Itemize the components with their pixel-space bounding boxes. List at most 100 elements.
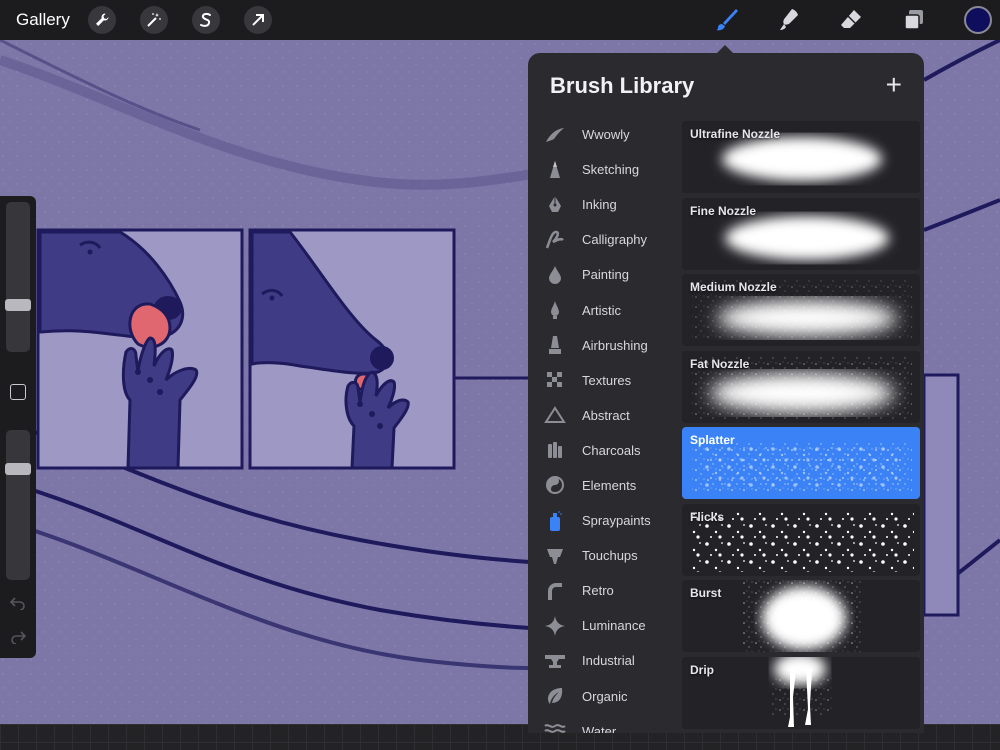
spraycan-icon bbox=[542, 510, 568, 532]
category-inking[interactable]: Inking bbox=[528, 187, 678, 222]
category-label: Elements bbox=[582, 477, 637, 493]
category-label: Water bbox=[582, 723, 617, 733]
category-luminance[interactable]: Luminance bbox=[528, 608, 678, 643]
category-painting[interactable]: Painting bbox=[528, 257, 678, 292]
category-retro[interactable]: Retro bbox=[528, 573, 678, 608]
swoosh-icon bbox=[542, 124, 568, 146]
magic-wand-icon bbox=[147, 13, 161, 27]
sparkle-icon bbox=[542, 615, 568, 637]
brush-name: Flicks bbox=[690, 509, 725, 524]
pencil-tip-icon bbox=[542, 159, 568, 181]
eraser-tool-button[interactable] bbox=[836, 5, 866, 35]
panel-title: Brush Library bbox=[550, 73, 695, 98]
color-picker-button[interactable] bbox=[964, 6, 992, 34]
brush-drip[interactable]: Drip bbox=[682, 656, 920, 729]
category-calligraphy[interactable]: Calligraphy bbox=[528, 222, 678, 257]
layers-icon bbox=[904, 10, 923, 30]
layers-button[interactable] bbox=[898, 5, 928, 35]
brush-fat-nozzle[interactable]: Fat Nozzle bbox=[682, 350, 920, 423]
redo-button[interactable] bbox=[9, 628, 27, 646]
retro-icon bbox=[542, 580, 568, 602]
category-wwowly[interactable]: Wwowly bbox=[528, 117, 678, 152]
brush-icon bbox=[716, 9, 738, 31]
brush-splatter[interactable]: Splatter bbox=[682, 427, 920, 499]
category-label: Touchups bbox=[582, 548, 638, 564]
brush-opacity-handle[interactable] bbox=[5, 463, 31, 475]
category-label: Industrial bbox=[582, 653, 635, 669]
brush-burst[interactable]: Burst bbox=[682, 580, 920, 652]
comic-panel-2 bbox=[248, 228, 456, 470]
brush-tool-button[interactable] bbox=[712, 5, 742, 35]
brush-ultrafine-nozzle[interactable]: Ultrafine Nozzle bbox=[682, 121, 920, 193]
category-water[interactable]: Water bbox=[528, 714, 678, 733]
gallery-button[interactable]: Gallery bbox=[16, 10, 70, 30]
category-label: Artistic bbox=[582, 302, 621, 318]
category-elements[interactable]: Elements bbox=[528, 468, 678, 503]
category-charcoals[interactable]: Charcoals bbox=[528, 433, 678, 468]
brush-size-slider[interactable] bbox=[5, 202, 31, 352]
actions-button[interactable] bbox=[88, 6, 116, 34]
category-label: Retro bbox=[582, 583, 614, 599]
category-label: Textures bbox=[582, 372, 632, 388]
category-label: Organic bbox=[582, 688, 628, 704]
modify-button[interactable] bbox=[10, 384, 26, 400]
brush-name: Ultrafine Nozzle bbox=[690, 127, 781, 141]
transform-arrow-icon bbox=[252, 14, 264, 26]
brush-name: Drip bbox=[690, 662, 714, 677]
yin-yang-icon bbox=[542, 474, 568, 496]
adjustments-button[interactable] bbox=[140, 6, 168, 34]
pen-nib-icon bbox=[542, 194, 568, 216]
waves-icon bbox=[542, 720, 568, 733]
transform-button[interactable] bbox=[244, 6, 272, 34]
selection-button[interactable] bbox=[192, 6, 220, 34]
airbrush-icon bbox=[542, 334, 568, 356]
brush-size-handle[interactable] bbox=[5, 299, 31, 311]
undo-button[interactable] bbox=[9, 594, 27, 612]
undo-icon bbox=[10, 597, 25, 610]
redo-icon bbox=[11, 631, 26, 644]
category-label: Charcoals bbox=[582, 442, 641, 458]
touchup-icon bbox=[542, 545, 568, 567]
category-touchups[interactable]: Touchups bbox=[528, 538, 678, 573]
charcoal-icon bbox=[542, 439, 568, 461]
brush-name: Burst bbox=[690, 586, 722, 600]
left-sidebar bbox=[0, 196, 36, 658]
top-toolbar: Gallery bbox=[0, 0, 1000, 40]
calligraphy-icon bbox=[542, 229, 568, 251]
eraser-icon bbox=[841, 10, 861, 28]
brush-name: Medium Nozzle bbox=[690, 280, 777, 294]
brush-library-panel: Brush Library + Wwowly Sketching Inking … bbox=[528, 53, 924, 733]
category-industrial[interactable]: Industrial bbox=[528, 643, 678, 678]
category-sketching[interactable]: Sketching bbox=[528, 152, 678, 187]
smudge-icon bbox=[780, 9, 798, 30]
selection-icon bbox=[200, 12, 211, 27]
category-label: Luminance bbox=[582, 618, 646, 634]
category-textures[interactable]: Textures bbox=[528, 363, 678, 398]
brush-medium-nozzle[interactable]: Medium Nozzle bbox=[682, 274, 920, 346]
category-label: Wwowly bbox=[582, 127, 630, 143]
checker-icon bbox=[542, 369, 568, 391]
category-artistic[interactable]: Artistic bbox=[528, 292, 678, 327]
category-label: Inking bbox=[582, 197, 617, 213]
leaf-icon bbox=[542, 685, 568, 707]
anvil-icon bbox=[542, 650, 568, 672]
brush-flicks[interactable]: Flicks bbox=[682, 503, 920, 576]
brush-name: Fat Nozzle bbox=[690, 356, 750, 371]
category-spraypaints[interactable]: Spraypaints bbox=[528, 503, 678, 538]
category-label: Spraypaints bbox=[582, 513, 651, 529]
brush-name: Fine Nozzle bbox=[690, 203, 757, 218]
add-brush-button[interactable]: + bbox=[886, 71, 902, 99]
comic-panel-1 bbox=[36, 228, 244, 470]
category-label: Calligraphy bbox=[582, 232, 648, 248]
category-label: Abstract bbox=[582, 407, 630, 423]
triangle-icon bbox=[542, 404, 568, 426]
category-organic[interactable]: Organic bbox=[528, 679, 678, 714]
category-airbrushing[interactable]: Airbrushing bbox=[528, 328, 678, 363]
brush-fine-nozzle[interactable]: Fine Nozzle bbox=[682, 197, 920, 270]
brush-opacity-slider[interactable] bbox=[5, 430, 31, 580]
artistic-drop-icon bbox=[542, 299, 568, 321]
brush-stroke-preview bbox=[772, 656, 832, 727]
category-abstract[interactable]: Abstract bbox=[528, 398, 678, 433]
category-label: Sketching bbox=[582, 162, 640, 178]
smudge-tool-button[interactable] bbox=[774, 5, 804, 35]
